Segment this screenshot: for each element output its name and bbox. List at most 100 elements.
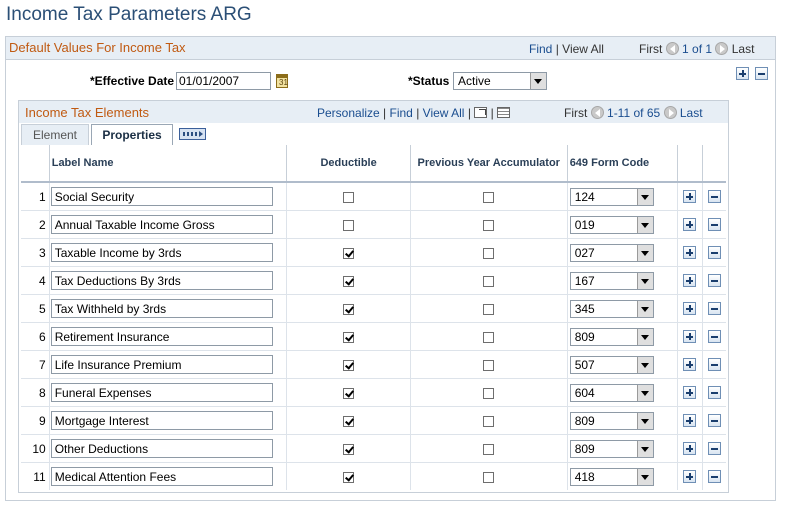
- chevron-down-icon[interactable]: [636, 412, 653, 429]
- deductible-checkbox[interactable]: [343, 275, 355, 287]
- delete-row-button[interactable]: [707, 470, 721, 483]
- label-name-field[interactable]: Medical Attention Fees: [50, 467, 273, 486]
- add-row-button[interactable]: [683, 358, 697, 371]
- chevron-down-icon[interactable]: [636, 216, 653, 233]
- chevron-down-icon[interactable]: [530, 73, 546, 89]
- chevron-down-icon[interactable]: [636, 384, 653, 401]
- form-code-select[interactable]: 809: [569, 439, 654, 458]
- previous-year-checkbox[interactable]: [483, 303, 495, 315]
- add-row-button[interactable]: [683, 470, 697, 483]
- previous-year-checkbox[interactable]: [483, 331, 495, 343]
- delete-row-button[interactable]: [707, 218, 721, 231]
- find-link[interactable]: Find: [529, 42, 552, 56]
- previous-year-checkbox[interactable]: [483, 191, 495, 203]
- add-row-button[interactable]: [683, 386, 697, 399]
- grid-find-link[interactable]: Find: [390, 106, 413, 120]
- label-name-field[interactable]: Retirement Insurance: [50, 327, 273, 346]
- label-name-field[interactable]: Funeral Expenses: [50, 383, 273, 402]
- add-row-button[interactable]: [736, 67, 749, 80]
- label-name-field[interactable]: Other Deductions: [50, 439, 273, 458]
- show-all-columns-icon[interactable]: [179, 128, 206, 140]
- delete-row-button[interactable]: [707, 302, 721, 315]
- previous-year-checkbox[interactable]: [483, 359, 495, 371]
- tab-properties[interactable]: Properties: [91, 124, 173, 145]
- chevron-down-icon[interactable]: [636, 440, 653, 457]
- chevron-down-icon[interactable]: [636, 328, 653, 345]
- chevron-down-icon[interactable]: [636, 300, 653, 317]
- form-code-select[interactable]: 019: [569, 215, 654, 234]
- effective-date-field[interactable]: 01/01/2007: [176, 72, 271, 90]
- form-code-select[interactable]: 809: [569, 411, 654, 430]
- previous-year-checkbox[interactable]: [483, 415, 495, 427]
- chevron-down-icon[interactable]: [636, 468, 653, 485]
- label-name-field[interactable]: Life Insurance Premium: [50, 355, 273, 374]
- deductible-checkbox[interactable]: [343, 415, 355, 427]
- delete-row-button[interactable]: [755, 67, 768, 80]
- label-name-field[interactable]: Tax Deductions By 3rds: [50, 271, 273, 290]
- deductible-checkbox[interactable]: [343, 191, 355, 203]
- deductible-checkbox[interactable]: [343, 219, 355, 231]
- label-name-field[interactable]: Social Security: [50, 187, 273, 206]
- chevron-down-icon[interactable]: [636, 356, 653, 373]
- label-name-field[interactable]: Annual Taxable Income Gross: [50, 215, 273, 234]
- previous-year-checkbox[interactable]: [483, 471, 495, 483]
- form-code-select[interactable]: 027: [569, 243, 654, 262]
- previous-year-checkbox[interactable]: [483, 219, 495, 231]
- previous-year-checkbox[interactable]: [483, 275, 495, 287]
- form-code-cell: 019: [566, 210, 678, 239]
- view-all-link[interactable]: View All: [562, 42, 604, 56]
- status-select[interactable]: Active: [453, 72, 547, 90]
- add-row-button[interactable]: [683, 414, 697, 427]
- form-code-select[interactable]: 124: [569, 187, 654, 206]
- chevron-down-icon[interactable]: [636, 272, 653, 289]
- chevron-down-icon[interactable]: [636, 188, 653, 205]
- add-row-button[interactable]: [683, 330, 697, 343]
- deductible-checkbox[interactable]: [343, 443, 355, 455]
- delete-row-button[interactable]: [707, 358, 721, 371]
- add-row-button[interactable]: [683, 274, 697, 287]
- deductible-checkbox[interactable]: [343, 303, 355, 315]
- previous-year-checkbox[interactable]: [483, 387, 495, 399]
- form-code-select[interactable]: 809: [569, 327, 654, 346]
- deductible-checkbox[interactable]: [343, 387, 355, 399]
- add-row-button[interactable]: [683, 246, 697, 259]
- delete-row-button[interactable]: [707, 414, 721, 427]
- label-cell: Life Insurance Premium: [48, 350, 287, 379]
- tab-element[interactable]: Element: [21, 124, 89, 145]
- grid-view-all-link[interactable]: View All: [423, 106, 465, 120]
- next-icon[interactable]: [715, 42, 729, 55]
- previous-year-checkbox[interactable]: [483, 247, 495, 259]
- add-row-button[interactable]: [683, 190, 697, 203]
- form-code-select[interactable]: 418: [569, 467, 654, 486]
- form-code-select[interactable]: 345: [569, 299, 654, 318]
- previous-icon[interactable]: [665, 42, 679, 55]
- grid-previous-icon[interactable]: [590, 106, 604, 119]
- download-grid-icon[interactable]: [497, 107, 511, 118]
- add-row-button[interactable]: [683, 218, 697, 231]
- deductible-checkbox[interactable]: [343, 331, 355, 343]
- label-name-field[interactable]: Taxable Income by 3rds: [50, 243, 273, 262]
- deductible-checkbox[interactable]: [343, 359, 355, 371]
- deductible-checkbox[interactable]: [343, 471, 355, 483]
- grid-last-link[interactable]: Last: [680, 106, 703, 120]
- delete-row-button[interactable]: [707, 274, 721, 287]
- label-name-field[interactable]: Mortgage Interest: [50, 411, 273, 430]
- deductible-checkbox[interactable]: [343, 247, 355, 259]
- previous-year-checkbox[interactable]: [483, 443, 495, 455]
- new-window-icon[interactable]: [474, 107, 488, 118]
- delete-row-button[interactable]: [707, 442, 721, 455]
- calendar-icon[interactable]: 31: [276, 74, 288, 88]
- form-code-select[interactable]: 604: [569, 383, 654, 402]
- chevron-down-icon[interactable]: [636, 244, 653, 261]
- delete-row-button[interactable]: [707, 190, 721, 203]
- add-row-button[interactable]: [683, 302, 697, 315]
- form-code-select[interactable]: 167: [569, 271, 654, 290]
- delete-row-button[interactable]: [707, 246, 721, 259]
- label-name-field[interactable]: Tax Withheld by 3rds: [50, 299, 273, 318]
- form-code-select[interactable]: 507: [569, 355, 654, 374]
- personalize-link[interactable]: Personalize: [317, 106, 380, 120]
- add-row-button[interactable]: [683, 442, 697, 455]
- delete-row-button[interactable]: [707, 386, 721, 399]
- grid-next-icon[interactable]: [663, 106, 677, 119]
- delete-row-button[interactable]: [707, 330, 721, 343]
